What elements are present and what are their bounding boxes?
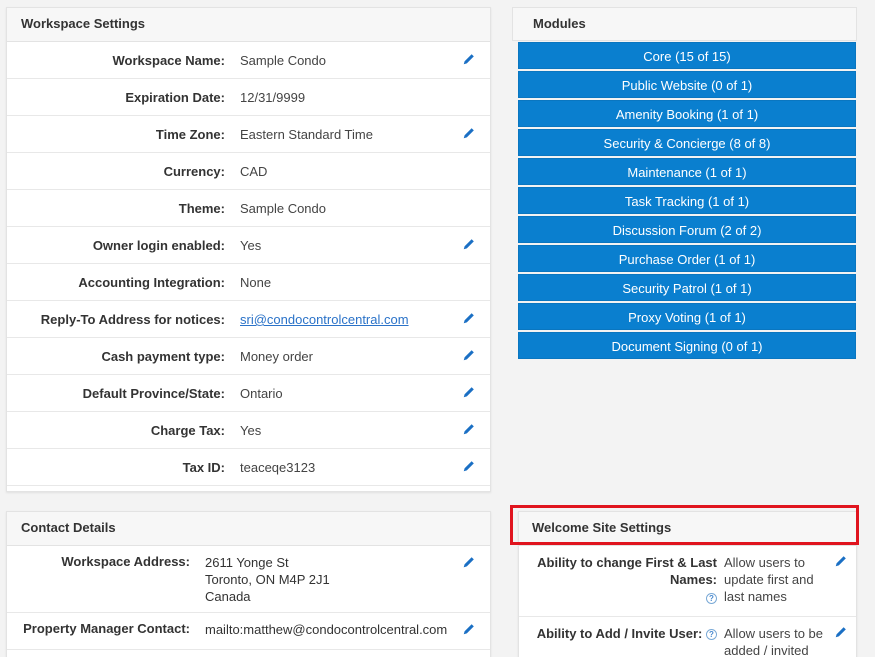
address-line-2: Toronto, ON M4P 2J1 <box>205 572 330 587</box>
edit-add-invite-user-pencil-icon[interactable] <box>834 625 848 639</box>
setting-value: CAD <box>240 164 268 179</box>
module-button[interactable]: Document Signing (0 of 1) <box>518 332 856 359</box>
contact-details-title: Contact Details <box>7 512 490 546</box>
setting-row: Cash payment type: Money order <box>7 338 490 375</box>
setting-label: Cash payment type: <box>101 349 225 364</box>
edit-pencil-icon[interactable] <box>462 237 476 251</box>
module-button[interactable]: Purchase Order (1 of 1) <box>518 245 856 272</box>
contact-details-panel: Contact Details Workspace Address: 2611 … <box>6 511 491 657</box>
module-button[interactable]: Discussion Forum (2 of 2) <box>518 216 856 243</box>
workspace-settings-title: Workspace Settings <box>7 8 490 42</box>
setting-label: Theme: <box>178 201 225 216</box>
workspace-settings-panel: Workspace Settings Workspace Name: Sample… <box>6 7 491 492</box>
setting-value: 12/31/9999 <box>240 90 306 105</box>
add-invite-user-row: Ability to Add / Invite User: ? Allow us… <box>519 617 856 657</box>
edit-pencil-icon[interactable] <box>462 311 476 325</box>
setting-value: Ontario <box>240 386 283 401</box>
address-line-3: Canada <box>205 589 251 604</box>
setting-label: Time Zone: <box>155 127 225 142</box>
change-names-value: Allow users to update first and last nam… <box>724 555 814 604</box>
setting-row: Expiration Date: 12/31/9999 <box>7 79 490 116</box>
module-button[interactable]: Task Tracking (1 of 1) <box>518 187 856 214</box>
edit-pencil-icon[interactable] <box>462 348 476 362</box>
module-button[interactable]: Amenity Booking (1 of 1) <box>518 100 856 127</box>
workspace-settings-list: Workspace Name: Sample Condo Expiration Da… <box>7 42 490 486</box>
change-names-row: Ability to change First & Last Names: ? … <box>519 546 856 617</box>
setting-row: Owner login enabled: Yes <box>7 227 490 264</box>
edit-pencil-icon[interactable] <box>462 385 476 399</box>
setting-row: Default Province/State: Ontario <box>7 375 490 412</box>
module-button[interactable]: Public Website (0 of 1) <box>518 71 856 98</box>
setting-value: Sample Condo <box>240 53 326 68</box>
setting-row: Tax ID: teaceqe3123 <box>7 449 490 486</box>
modules-panel: Modules Core (15 of 15) Public Website (0… <box>512 7 857 492</box>
setting-value: Money order <box>240 349 313 364</box>
workspace-address-value: 2611 Yonge St Toronto, ON M4P 2J1 Canada <box>205 554 330 605</box>
modules-title: Modules <box>512 7 857 41</box>
address-line-1: 2611 Yonge St <box>205 555 289 570</box>
add-invite-user-label: Ability to Add / Invite User: ? <box>529 625 717 642</box>
setting-row: Time Zone: Eastern Standard Time <box>7 116 490 153</box>
welcome-settings-highlight <box>510 505 859 545</box>
module-button[interactable]: Security Patrol (1 of 1) <box>518 274 856 301</box>
edit-pencil-icon[interactable] <box>462 52 476 66</box>
module-button[interactable]: Maintenance (1 of 1) <box>518 158 856 185</box>
question-icon[interactable]: ? <box>706 629 717 641</box>
edit-change-names-pencil-icon[interactable] <box>834 554 848 568</box>
setting-label: Default Province/State: <box>82 386 225 401</box>
setting-label: Tax ID: <box>182 460 225 475</box>
setting-value: Sample Condo <box>240 201 326 216</box>
setting-label: Currency: <box>163 164 225 179</box>
setting-row: Accounting Integration: None <box>7 264 490 301</box>
edit-address-pencil-icon[interactable] <box>462 555 476 569</box>
workspace-address-row: Workspace Address: 2611 Yonge St Toronto… <box>7 546 490 613</box>
edit-pencil-icon[interactable] <box>462 126 476 140</box>
setting-value: teaceqe3123 <box>240 460 316 475</box>
edit-property-manager-pencil-icon[interactable] <box>462 622 476 636</box>
setting-value: sri@condocontrolcentral.com <box>240 312 409 327</box>
property-manager-value: mailto:matthew@condocontrolcentral.com <box>205 622 448 637</box>
edit-pencil-icon[interactable] <box>462 459 476 473</box>
property-manager-row: Property Manager Contact: mailto:matthew… <box>7 613 490 650</box>
setting-value: Yes <box>240 423 262 438</box>
setting-label: Expiration Date: <box>125 90 225 105</box>
setting-row: Currency: CAD <box>7 153 490 190</box>
setting-label: Reply-To Address for notices: <box>40 312 225 327</box>
module-button[interactable]: Core (15 of 15) <box>518 42 856 69</box>
setting-row: Theme: Sample Condo <box>7 190 490 227</box>
setting-label: Accounting Integration: <box>78 275 225 290</box>
workspace-address-label: Workspace Address: <box>61 554 190 569</box>
setting-value: Eastern Standard Time <box>240 127 373 142</box>
module-button[interactable]: Security & Concierge (8 of 8) <box>518 129 856 156</box>
setting-label: Owner login enabled: <box>92 238 225 253</box>
modules-list: Core (15 of 15) Public Website (0 of 1) Am… <box>512 41 857 359</box>
edit-pencil-icon[interactable] <box>462 422 476 436</box>
question-icon[interactable]: ? <box>706 593 717 605</box>
setting-value: None <box>240 275 272 290</box>
add-invite-user-value: Allow users to be added / invited <box>724 626 823 657</box>
property-manager-label: Property Manager Contact: <box>23 621 190 636</box>
setting-label: Charge Tax: <box>150 423 225 438</box>
setting-row: Charge Tax: Yes <box>7 412 490 449</box>
change-names-label: Ability to change First & Last Names: ? <box>537 555 717 605</box>
module-button[interactable]: Proxy Voting (1 of 1) <box>518 303 856 330</box>
setting-row: Workspace Name: Sample Condo <box>7 42 490 79</box>
setting-label: Workspace Name: <box>112 53 225 68</box>
setting-row: Reply-To Address for notices: sri@condoco… <box>7 301 490 338</box>
setting-value: Yes <box>240 238 262 253</box>
reply-to-email-link[interactable]: sri@condocontrolcentral.com <box>240 312 409 327</box>
